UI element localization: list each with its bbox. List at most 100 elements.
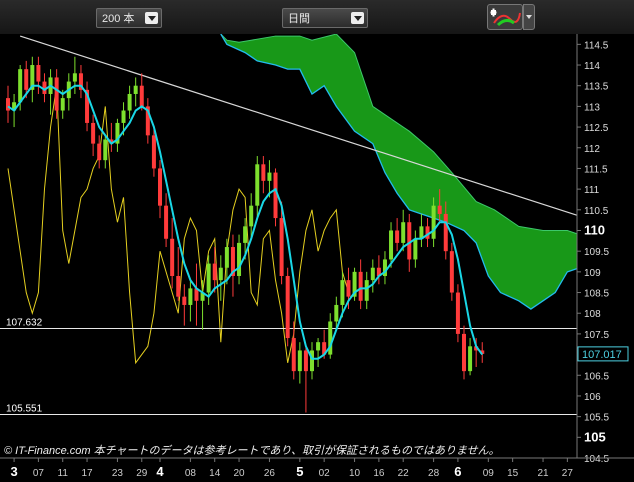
y-tick-label: 108.5 bbox=[584, 289, 609, 300]
y-tick-label: 109 bbox=[584, 268, 601, 279]
candle-body bbox=[164, 205, 169, 239]
y-tick-label: 114.5 bbox=[584, 40, 609, 51]
candle-body bbox=[267, 172, 272, 181]
ichimoku-tool-button[interactable] bbox=[487, 4, 523, 30]
y-tick-label: 109.5 bbox=[584, 247, 609, 258]
candle-body bbox=[54, 77, 59, 111]
x-tick-label: 20 bbox=[233, 468, 245, 479]
y-tick-label: 105.5 bbox=[584, 413, 609, 424]
candle-body bbox=[188, 288, 193, 305]
candle-body bbox=[413, 238, 418, 260]
candle-body bbox=[249, 205, 254, 227]
candle-body bbox=[303, 350, 308, 372]
candle-body bbox=[261, 164, 266, 181]
x-tick-label: 3 bbox=[10, 464, 17, 479]
x-tick-label: 6 bbox=[454, 464, 461, 479]
x-tick-label: 29 bbox=[136, 468, 148, 479]
candle-body bbox=[291, 338, 296, 372]
candle-body bbox=[237, 242, 242, 276]
candle-body bbox=[455, 292, 460, 334]
candle-body bbox=[364, 280, 369, 301]
x-tick-label: 17 bbox=[81, 468, 93, 479]
candle-body bbox=[316, 342, 321, 351]
bar-count-select[interactable]: 200 本 bbox=[96, 8, 162, 28]
candle-body bbox=[127, 93, 132, 111]
candle-body bbox=[346, 280, 351, 297]
candle-body bbox=[139, 85, 144, 107]
chevron-down-icon bbox=[145, 12, 158, 24]
y-tick-label: 107.5 bbox=[584, 330, 609, 341]
x-tick-label: 5 bbox=[296, 464, 303, 479]
price-chart[interactable]: 107.632105.551 114.5114113.5113112.51121… bbox=[0, 34, 634, 482]
x-tick-label: 09 bbox=[483, 468, 495, 479]
copyright-text: © IT-Finance.com 本チャートのデータは参考レートであり、取引が保… bbox=[4, 444, 500, 457]
candle-body bbox=[401, 222, 406, 243]
candle-body bbox=[212, 263, 217, 281]
candle-body bbox=[370, 267, 375, 281]
candle-body bbox=[103, 139, 108, 161]
last-price-label: 107.017 bbox=[582, 349, 622, 361]
candle-body bbox=[431, 205, 436, 239]
candle-body bbox=[285, 275, 290, 339]
candle-body bbox=[158, 168, 162, 206]
candle-body bbox=[176, 275, 181, 297]
period-label: 日間 bbox=[288, 13, 310, 25]
candle-body bbox=[121, 110, 126, 123]
x-tick-label: 4 bbox=[156, 464, 164, 479]
candle-body bbox=[36, 65, 41, 82]
y-tick-label: 108 bbox=[584, 309, 601, 320]
period-select[interactable]: 日間 bbox=[282, 8, 368, 28]
candle-body bbox=[437, 205, 442, 214]
x-tick-label: 10 bbox=[349, 468, 361, 479]
candle-body bbox=[449, 251, 454, 293]
y-tick-label: 110 bbox=[584, 222, 605, 237]
chart-toolbar: 200 本 日間 bbox=[0, 0, 634, 35]
y-tick-label: 111 bbox=[584, 185, 600, 196]
y-tick-label: 113.5 bbox=[584, 82, 609, 93]
x-tick-label: 23 bbox=[112, 468, 124, 479]
candle-body bbox=[151, 135, 156, 169]
candle-body bbox=[60, 98, 65, 111]
candle-body bbox=[182, 296, 187, 305]
x-tick-label: 22 bbox=[398, 468, 410, 479]
x-tick-label: 27 bbox=[562, 468, 574, 479]
x-tick-label: 11 bbox=[58, 468, 69, 479]
y-tick-label: 111.5 bbox=[584, 164, 608, 175]
candle-body bbox=[206, 263, 211, 293]
x-tick-label: 26 bbox=[264, 468, 276, 479]
horizontal-line-label: 107.632 bbox=[6, 317, 43, 328]
y-tick-label: 104.5 bbox=[584, 454, 609, 465]
y-tick-label: 113 bbox=[584, 102, 600, 113]
x-tick-label: 16 bbox=[373, 468, 385, 479]
chevron-down-icon bbox=[351, 12, 364, 24]
y-tick-label: 106 bbox=[584, 392, 601, 403]
ichimoku-tool-icon bbox=[490, 8, 521, 27]
x-tick-label: 21 bbox=[537, 468, 549, 479]
candle-body bbox=[218, 267, 223, 281]
tool-menu-chevron-icon[interactable] bbox=[523, 4, 535, 30]
candle-body bbox=[462, 333, 466, 372]
candle-body bbox=[133, 85, 138, 94]
candle-body bbox=[279, 218, 284, 276]
x-tick-label: 14 bbox=[209, 468, 221, 479]
candle-body bbox=[358, 271, 363, 301]
candle-body bbox=[389, 230, 394, 260]
x-tick-label: 08 bbox=[185, 468, 197, 479]
x-tick-label: 07 bbox=[33, 468, 45, 479]
candle-body bbox=[310, 350, 314, 372]
candle-body bbox=[297, 350, 302, 372]
x-tick-label: 28 bbox=[428, 468, 440, 479]
candle-body bbox=[340, 280, 345, 305]
candle-body bbox=[6, 98, 10, 111]
candle-body bbox=[97, 143, 102, 161]
y-tick-label: 106.5 bbox=[584, 371, 609, 382]
x-tick-label: 15 bbox=[507, 468, 519, 479]
candle-body bbox=[91, 122, 96, 144]
candle-body bbox=[18, 69, 23, 103]
x-tick-label: 02 bbox=[319, 468, 331, 479]
bar-count-label: 200 本 bbox=[102, 13, 135, 25]
horizontal-line-label: 105.551 bbox=[6, 404, 43, 415]
y-tick-label: 112 bbox=[584, 144, 600, 155]
candle-body bbox=[24, 69, 29, 90]
candle-body bbox=[170, 238, 175, 276]
